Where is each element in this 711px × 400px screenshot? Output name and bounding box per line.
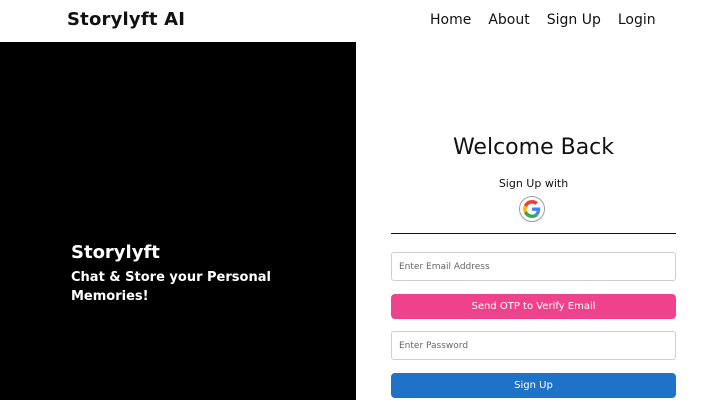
email-input[interactable] (391, 252, 676, 281)
form-divider (391, 233, 676, 234)
signup-button[interactable]: Sign Up (391, 373, 676, 398)
signup-form-panel: Welcome Back Sign Up with Send OTP to Ve… (356, 42, 711, 400)
form-title: Welcome Back (452, 135, 615, 160)
google-signin-button[interactable] (519, 196, 545, 222)
google-icon (523, 200, 541, 218)
main-nav: Home About Sign Up Login (430, 12, 656, 28)
nav-home-link[interactable]: Home (430, 12, 471, 28)
hero-title: Storylyft (71, 242, 160, 263)
hero-subtitle: Chat & Store your Personal Memories! (71, 270, 271, 304)
password-input[interactable] (391, 331, 676, 360)
brand-logo-text[interactable]: Storylyft AI (67, 9, 185, 30)
hero-panel: Storylyft Chat & Store your Personal Mem… (0, 42, 356, 400)
nav-about-link[interactable]: About (488, 12, 529, 28)
nav-login-link[interactable]: Login (618, 12, 656, 28)
send-otp-button[interactable]: Send OTP to Verify Email (391, 294, 676, 319)
top-navbar: Storylyft AI Home About Sign Up Login (0, 0, 711, 42)
signup-with-label: Sign Up with (498, 177, 569, 190)
nav-signup-link[interactable]: Sign Up (547, 12, 601, 28)
